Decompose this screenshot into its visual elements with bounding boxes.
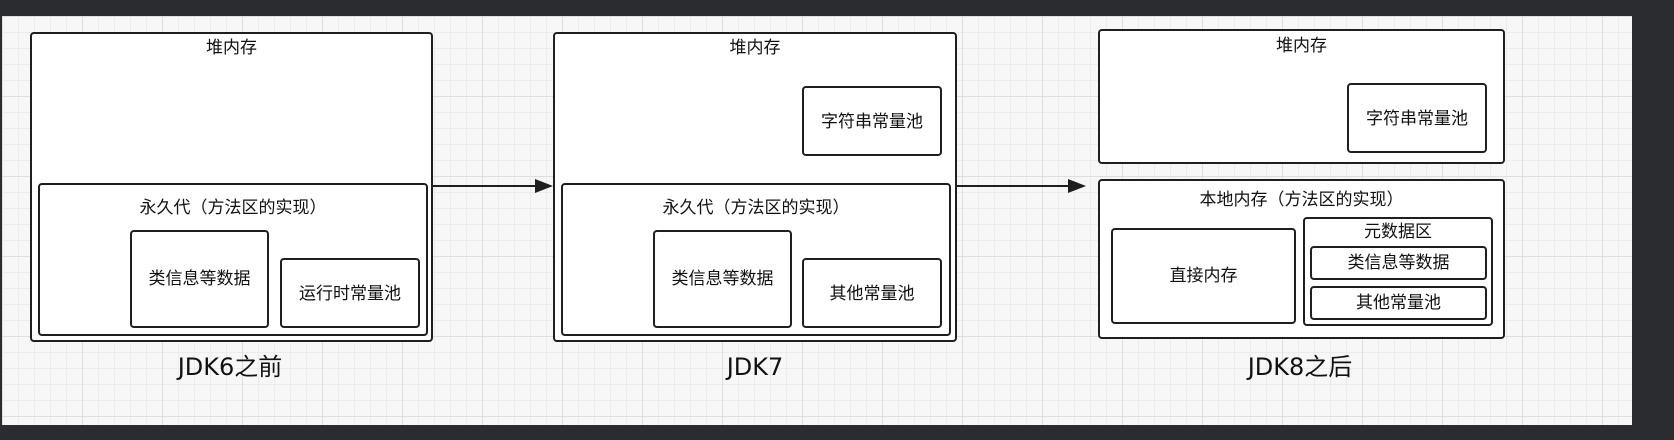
jdk6-runtime-pool-label: 运行时常量池 xyxy=(299,284,401,304)
jdk8-native-memory-label: 本地内存（方法区的实现） xyxy=(1199,190,1404,210)
jdk7-string-pool-label: 字符串常量池 xyxy=(821,112,923,132)
jdk8-metaspace-label: 元数据区 xyxy=(1364,222,1432,242)
jdk6-permgen-label: 永久代（方法区的实现） xyxy=(139,198,327,218)
jdk7-heap-label: 堆内存 xyxy=(729,38,781,58)
arrow-jdk7-to-jdk8 xyxy=(957,185,1069,187)
arrow-head-jdk7-to-jdk8 xyxy=(1068,179,1086,193)
jdk7-caption: JDK7 xyxy=(726,353,784,381)
jdk8-caption: JDK8之后 xyxy=(1247,353,1353,381)
jdk6-caption: JDK6之前 xyxy=(177,353,283,381)
jdk6-heap-label: 堆内存 xyxy=(206,38,257,58)
jdk8-direct-memory-label: 直接内存 xyxy=(1169,266,1238,286)
jdk6-class-info-label: 类信息等数据 xyxy=(148,269,251,289)
jdk7-class-info-label: 类信息等数据 xyxy=(671,269,774,289)
jdk8-string-pool-label: 字符串常量池 xyxy=(1366,109,1468,129)
jdk7-other-pool-label: 其他常量池 xyxy=(829,284,915,304)
jdk8-other-pool-label: 其他常量池 xyxy=(1356,293,1441,313)
jdk7-permgen-label: 永久代（方法区的实现） xyxy=(662,198,850,218)
arrow-jdk6-to-jdk7 xyxy=(433,185,536,187)
arrow-head-jdk6-to-jdk7 xyxy=(535,179,553,193)
diagram-canvas: 堆内存 永久代（方法区的实现） 类信息等数据 运行时常量池 JDK6之前 堆内存… xyxy=(2,16,1632,425)
jdk8-class-info-label: 类信息等数据 xyxy=(1347,253,1450,273)
jdk8-heap-label: 堆内存 xyxy=(1276,36,1327,56)
